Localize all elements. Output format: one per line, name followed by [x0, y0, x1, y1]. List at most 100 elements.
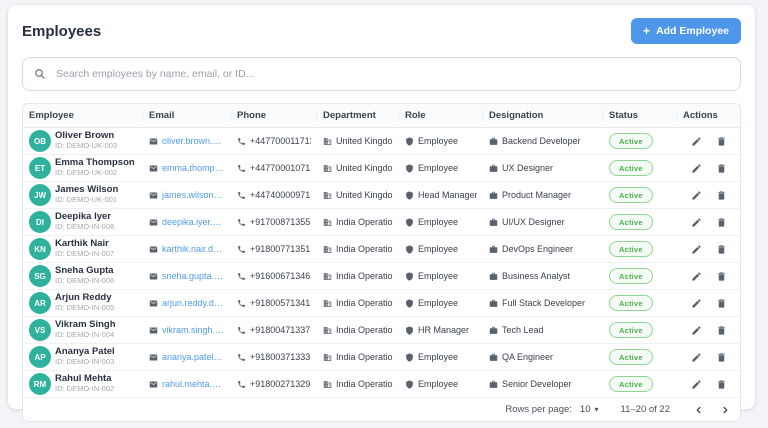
- edit-button[interactable]: [691, 136, 702, 147]
- actions-cell: [677, 244, 740, 255]
- role-cell: Employee: [399, 217, 483, 227]
- actions-cell: [677, 163, 740, 174]
- phone-cell: +447700011713: [231, 136, 317, 146]
- delete-button[interactable]: [716, 298, 727, 309]
- search-input[interactable]: [54, 67, 729, 81]
- edit-button[interactable]: [691, 244, 702, 255]
- role-name: Employee: [418, 271, 459, 281]
- status-cell: Active: [603, 133, 677, 149]
- delete-button[interactable]: [716, 271, 727, 282]
- employee-id: ID: DEMO-UK-003: [55, 141, 118, 151]
- edit-button[interactable]: [691, 217, 702, 228]
- delete-button[interactable]: [716, 217, 727, 228]
- employee-cell: RM Rahul Mehta ID: DEMO-IN-002: [23, 373, 143, 395]
- email-link[interactable]: sneha.gupta.demo@...: [162, 271, 225, 281]
- designation-name: Senior Developer: [502, 379, 572, 389]
- briefcase-icon: [489, 380, 498, 388]
- edit-button[interactable]: [691, 163, 702, 174]
- designation-cell: Tech Lead: [483, 325, 603, 335]
- phone-icon: [238, 245, 245, 253]
- role-cell: Employee: [399, 298, 483, 308]
- edit-button[interactable]: [691, 298, 702, 309]
- delete-button[interactable]: [716, 244, 727, 255]
- designation-name: Backend Developer: [502, 136, 581, 146]
- email-link[interactable]: karthik.nair.demo@a...: [162, 244, 225, 254]
- pencil-icon: [691, 244, 701, 254]
- role-cell: Employee: [399, 379, 483, 389]
- email-link[interactable]: vikram.singh.demo...: [162, 325, 225, 335]
- actions-cell: [677, 271, 740, 282]
- phone-number: +917008713559: [250, 217, 311, 227]
- shield-icon: [406, 190, 413, 200]
- email-link[interactable]: deepika.iyer.demo@...: [162, 217, 225, 227]
- role-name: Head Manager: [418, 190, 477, 200]
- edit-button[interactable]: [691, 271, 702, 282]
- designation-name: Product Manager: [502, 190, 572, 200]
- delete-button[interactable]: [716, 190, 727, 201]
- page-title: Employees: [22, 22, 102, 40]
- table-row: OB Oliver Brown ID: DEMO-UK-003 oliver.b…: [23, 128, 740, 155]
- designation-cell: Full Stack Developer: [483, 298, 603, 308]
- department-name: India Operations: [336, 325, 393, 335]
- edit-button[interactable]: [691, 379, 702, 390]
- employee-id: ID: DEMO-IN-007: [55, 249, 115, 259]
- pencil-icon: [691, 217, 701, 227]
- designation-name: DevOps Engineer: [502, 244, 574, 254]
- trash-icon: [717, 379, 725, 389]
- designation-cell: QA Engineer: [483, 352, 603, 362]
- email-cell: arjun.reddy.demo@a...: [143, 298, 231, 308]
- next-page-button[interactable]: [720, 405, 730, 415]
- rows-per-page-value: 10: [579, 404, 591, 415]
- actions-cell: [677, 352, 740, 363]
- email-cell: deepika.iyer.demo@...: [143, 217, 231, 227]
- department-cell: India Operations: [317, 271, 399, 281]
- mail-icon: [149, 192, 158, 198]
- status-badge: Active: [609, 295, 653, 311]
- previous-page-button[interactable]: [694, 405, 704, 415]
- delete-button[interactable]: [716, 379, 727, 390]
- department-cell: India Operations: [317, 325, 399, 335]
- edit-button[interactable]: [691, 325, 702, 336]
- email-link[interactable]: james.wilson.demo...: [162, 190, 225, 200]
- edit-button[interactable]: [691, 352, 702, 363]
- phone-cell: +918002713294: [231, 379, 317, 389]
- department-cell: India Operations: [317, 244, 399, 254]
- building-icon: [323, 137, 332, 145]
- rows-per-page-label: Rows per page:: [505, 404, 572, 415]
- email-link[interactable]: rahul.mehta.demo@...: [162, 379, 225, 389]
- column-header-email: Email: [143, 109, 231, 122]
- department-name: India Operations: [336, 379, 393, 389]
- add-employee-button[interactable]: + Add Employee: [631, 18, 741, 44]
- role-name: Employee: [418, 379, 459, 389]
- column-header-phone: Phone: [231, 109, 317, 122]
- rows-per-page-select[interactable]: 10 ▾: [580, 404, 599, 415]
- shield-icon: [406, 244, 413, 254]
- phone-cell: +918004713378: [231, 325, 317, 335]
- mail-icon: [149, 165, 158, 171]
- table-row: ET Emma Thompson ID: DEMO-UK-002 emma.th…: [23, 155, 740, 182]
- phone-icon: [238, 380, 245, 388]
- delete-button[interactable]: [716, 163, 727, 174]
- edit-button[interactable]: [691, 190, 702, 201]
- employee-id: ID: DEMO-IN-003: [55, 357, 115, 367]
- delete-button[interactable]: [716, 325, 727, 336]
- email-link[interactable]: oliver.brown.demo@...: [162, 136, 225, 146]
- mail-icon: [149, 354, 158, 360]
- delete-button[interactable]: [716, 352, 727, 363]
- phone-number: +447700010713: [250, 163, 311, 173]
- status-cell: Active: [603, 241, 677, 257]
- shield-icon: [406, 163, 413, 173]
- email-link[interactable]: ananya.patel.demo...: [162, 352, 225, 362]
- building-icon: [323, 164, 332, 172]
- email-link[interactable]: arjun.reddy.demo@a...: [162, 298, 225, 308]
- phone-icon: [238, 326, 245, 334]
- email-link[interactable]: emma.thompson.de...: [162, 163, 225, 173]
- employee-cell: VS Vikram Singh ID: DEMO-IN-004: [23, 319, 143, 341]
- actions-cell: [677, 298, 740, 309]
- status-badge: Active: [609, 241, 653, 257]
- phone-cell: +916006713465: [231, 271, 317, 281]
- employee-cell: JW James Wilson ID: DEMO-UK-001: [23, 184, 143, 206]
- delete-button[interactable]: [716, 136, 727, 147]
- add-employee-label: Add Employee: [656, 25, 729, 37]
- department-cell: United Kingdom Operations: [317, 136, 399, 146]
